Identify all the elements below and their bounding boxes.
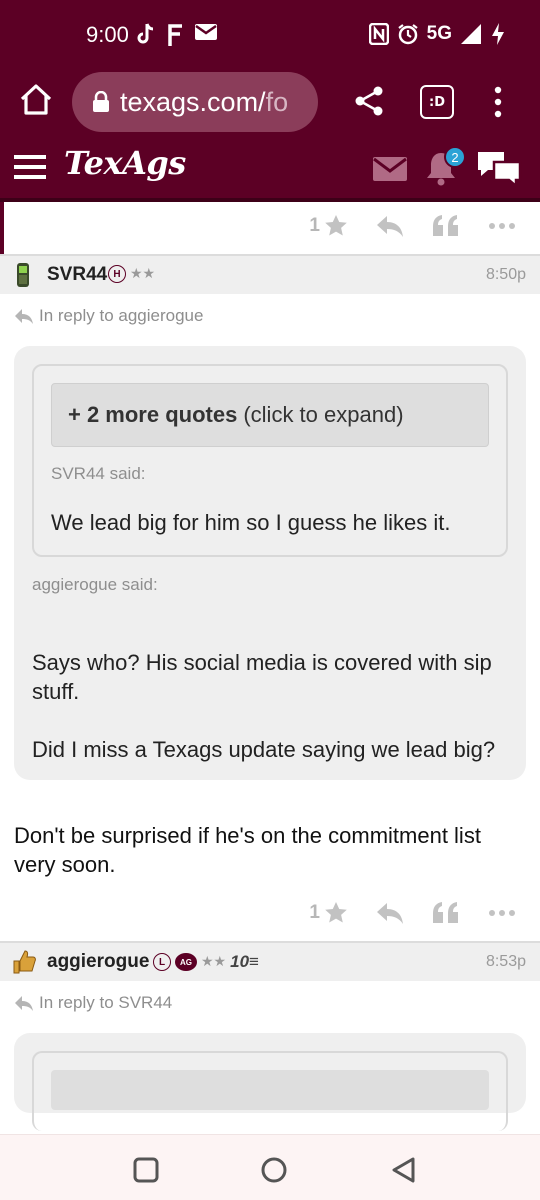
post-action-group: 1 bbox=[309, 214, 516, 238]
home-icon[interactable] bbox=[18, 82, 54, 118]
post-username[interactable]: SVR44 bbox=[47, 264, 107, 286]
inner-quote-text: We lead big for him so I guess he likes … bbox=[51, 510, 451, 535]
reply-to-line[interactable]: In reply to aggierogue bbox=[0, 294, 540, 338]
home-nav-icon[interactable] bbox=[261, 1157, 287, 1183]
more-horiz-icon[interactable] bbox=[488, 901, 516, 925]
post-username[interactable]: aggierogue bbox=[47, 951, 149, 973]
quote-block-inner bbox=[32, 1051, 508, 1131]
star-icon[interactable] bbox=[324, 214, 348, 238]
post-timestamp: 8:50p bbox=[485, 266, 526, 283]
site-header: TexAgs 2 bbox=[0, 132, 540, 202]
hamburger-menu-icon[interactable] bbox=[14, 154, 46, 180]
reply-icon[interactable] bbox=[376, 214, 404, 238]
user-rank-badges: H ★★ bbox=[108, 265, 155, 283]
signal-icon bbox=[461, 24, 481, 44]
tabs-button[interactable]: :D bbox=[420, 85, 454, 119]
quote-icon[interactable] bbox=[432, 901, 460, 925]
expand-quotes-hint: (click to expand) bbox=[243, 402, 404, 427]
reply-to-text[interactable]: In reply to SVR44 bbox=[39, 993, 172, 1013]
nfc-icon bbox=[368, 23, 389, 45]
expand-quotes-button[interactable] bbox=[51, 1070, 489, 1110]
rank-stars: ★★ bbox=[201, 954, 227, 970]
like-count: 1 bbox=[309, 215, 320, 236]
reply-icon[interactable] bbox=[376, 901, 404, 925]
url-text[interactable]: texags.com/fo bbox=[120, 87, 310, 118]
android-nav-bar bbox=[0, 1134, 540, 1200]
recents-icon[interactable] bbox=[133, 1157, 159, 1183]
status-time: 9:00 bbox=[86, 22, 129, 47]
tiktok-icon bbox=[137, 23, 154, 44]
chat-icon[interactable] bbox=[476, 148, 522, 188]
url-dim: fo bbox=[265, 86, 289, 117]
browser-chrome: 9:00 5G texags.com/fo :D TexAgs 2 bbox=[0, 0, 540, 202]
expand-quotes-button[interactable]: + 2 more quotes (click to expand) bbox=[51, 383, 489, 447]
ten-year-badge: 10≡ bbox=[230, 952, 259, 971]
url-row: texags.com/fo :D bbox=[0, 72, 540, 132]
back-nav-icon[interactable] bbox=[391, 1157, 417, 1183]
network-label: 5G bbox=[426, 23, 452, 44]
quote-block-outer: + 2 more quotes (click to expand) SVR44 … bbox=[14, 346, 526, 780]
expand-quotes-bold: + 2 more quotes bbox=[68, 402, 238, 427]
quote-icon[interactable] bbox=[432, 214, 460, 238]
post-header: SVR44 H ★★ 8:50p bbox=[0, 254, 540, 294]
avatar-thumbs-up-icon[interactable] bbox=[12, 949, 36, 975]
outer-quote-text-2: Did I miss a Texags update saying we lea… bbox=[32, 737, 496, 762]
status-right-icons: 5G bbox=[368, 22, 506, 46]
post-action-group: 1 bbox=[309, 901, 516, 925]
notifications-badge[interactable]: 2 bbox=[444, 146, 466, 168]
share-icon[interactable] bbox=[352, 84, 386, 118]
user-rank-badges: L AG ★★ 10≡ bbox=[153, 952, 259, 972]
reply-arrow-icon bbox=[15, 996, 33, 1011]
post-header: aggierogue L AG ★★ 10≡ 8:53p bbox=[0, 941, 540, 981]
post-body-text: Don't be surprised if he's on the commit… bbox=[14, 823, 481, 877]
alarm-icon bbox=[397, 24, 418, 45]
lock-icon bbox=[93, 91, 109, 112]
star-icon[interactable] bbox=[324, 901, 348, 925]
post-actions: 1 bbox=[0, 889, 540, 941]
ag-badge: AG bbox=[175, 953, 197, 971]
facebook-icon bbox=[168, 24, 182, 46]
more-vert-icon[interactable] bbox=[488, 84, 508, 120]
reply-arrow-icon bbox=[15, 309, 33, 324]
outer-quote-author: aggierogue said: bbox=[32, 575, 158, 594]
outer-quote-text-1: Says who? His social media is covered wi… bbox=[32, 650, 492, 704]
status-bar: 9:00 5G bbox=[0, 0, 540, 72]
rank-letter-badge: H bbox=[108, 265, 126, 283]
post-actions-top: 1 bbox=[0, 202, 540, 254]
inner-quote-author: SVR44 said: bbox=[51, 464, 146, 483]
reply-to-line[interactable]: In reply to SVR44 bbox=[0, 981, 540, 1025]
site-logo[interactable]: TexAgs bbox=[64, 144, 186, 182]
avatar-phone-icon[interactable] bbox=[12, 262, 36, 288]
thread-content: 1 SVR44 H ★★ 8:50p In reply to aggierogu… bbox=[0, 202, 540, 1131]
quote-block-outer bbox=[14, 1033, 526, 1131]
email-icon bbox=[195, 24, 217, 40]
more-horiz-icon[interactable] bbox=[488, 214, 516, 238]
reply-to-text[interactable]: In reply to aggierogue bbox=[39, 306, 203, 326]
status-left-icons bbox=[136, 22, 218, 46]
charging-icon bbox=[492, 23, 504, 45]
rank-letter-badge: L bbox=[153, 953, 171, 971]
rank-stars: ★★ bbox=[130, 266, 156, 282]
like-count: 1 bbox=[309, 902, 320, 923]
url-main: texags.com/ bbox=[120, 86, 266, 117]
quote-block-inner: + 2 more quotes (click to expand) SVR44 … bbox=[32, 364, 508, 557]
url-bar[interactable]: texags.com/fo bbox=[72, 72, 318, 132]
inbox-icon[interactable] bbox=[373, 157, 407, 181]
post-timestamp: 8:53p bbox=[485, 953, 526, 970]
